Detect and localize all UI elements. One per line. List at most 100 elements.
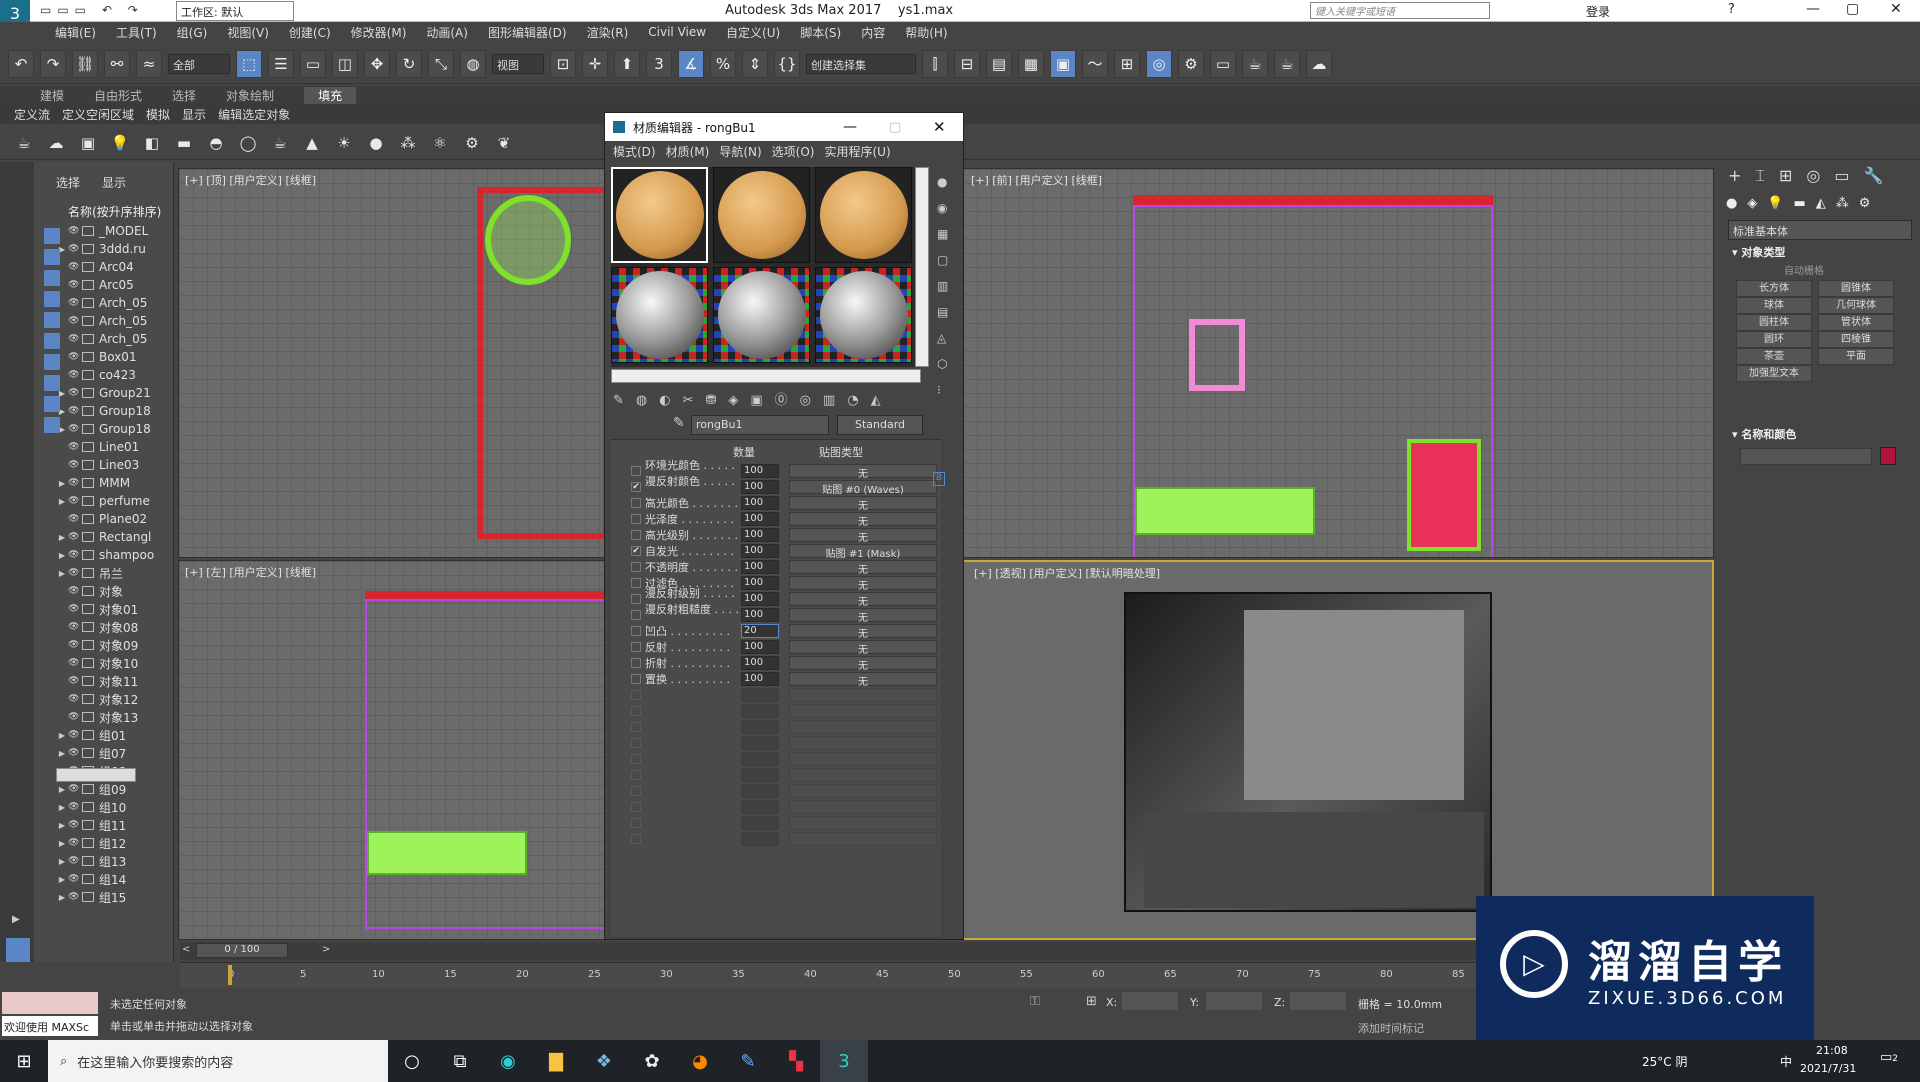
close-button[interactable]: ✕ (1890, 1, 1902, 17)
menu-help[interactable]: 帮助(H) (905, 24, 947, 41)
scene-list-item[interactable]: 👁 Plane02 (56, 510, 173, 528)
app-icon-3[interactable]: ✎ (724, 1040, 772, 1082)
visibility-icon[interactable]: 👁 (68, 712, 82, 722)
viewport-left[interactable]: [+] [左] [用户定义] [线框] (178, 560, 608, 940)
edit-named-sets-icon[interactable]: {} (774, 49, 800, 78)
map-slot-button[interactable]: 无 (789, 528, 937, 544)
spinner-snap-icon[interactable]: ⇕ (742, 49, 768, 78)
viewport-perspective-label[interactable]: [+] [透视] [用户定义] [默认明暗处理] (974, 565, 1160, 581)
windows-start-icon[interactable]: ⊞ (0, 1040, 48, 1082)
firefox-icon[interactable]: ◕ (676, 1040, 724, 1082)
scene-list-item[interactable]: ▶ 👁 组09 (56, 780, 173, 798)
visibility-icon[interactable]: 👁 (68, 496, 82, 506)
map-slot-button[interactable]: 无 (789, 496, 937, 512)
ribbon-define-flows[interactable]: 定义流 (14, 106, 50, 123)
visibility-icon[interactable]: 👁 (68, 748, 82, 758)
visibility-icon[interactable]: 👁 (68, 442, 82, 452)
time-slider-thumb[interactable]: 0 / 100 (196, 943, 288, 958)
visibility-icon[interactable]: 👁 (68, 856, 82, 866)
expand-arrow-icon[interactable]: ▶ (56, 803, 68, 812)
menu-customize[interactable]: 自定义(U) (726, 24, 780, 41)
unlink-icon[interactable]: ⚯ (104, 49, 130, 78)
object-name-field[interactable] (1740, 448, 1872, 465)
scene-list-item[interactable]: 👁 对象11 (56, 672, 173, 690)
ribbon-simulate[interactable]: 模拟 (146, 106, 170, 123)
undo-icon[interactable]: ↶ (8, 49, 34, 78)
maxscript-listener[interactable]: 欢迎使用 MAXSc (2, 1016, 98, 1036)
camera-icon[interactable]: ◧ (140, 131, 164, 155)
primitive-button[interactable]: 管状体 (1818, 314, 1894, 331)
map-enable-checkbox[interactable]: ✔ (631, 482, 641, 492)
scene-list-item[interactable]: 👁 Arch_05 (56, 312, 173, 330)
scene-list-item[interactable]: 👁 Arc04 (56, 258, 173, 276)
render-cloud-icon[interactable]: ☁ (1306, 49, 1332, 78)
map-enable-checkbox[interactable] (631, 562, 641, 572)
tab-selection[interactable]: 选择 (172, 87, 196, 104)
me-menu-material[interactable]: 材质(M) (666, 143, 710, 160)
rect-selection-icon[interactable]: ▭ (300, 49, 326, 78)
scene-list-item[interactable]: ▶ 👁 组14 (56, 870, 173, 888)
visibility-icon[interactable]: 👁 (68, 424, 82, 434)
sample-slot-1[interactable] (611, 167, 708, 263)
viewport-front[interactable]: [+] [前] [用户定义] [线框] (962, 168, 1714, 558)
scene-list-item[interactable]: 👁 _MODEL (56, 222, 173, 240)
scene-list-item[interactable]: ▶ 👁 吊兰 (56, 564, 173, 582)
scene-tab-select[interactable]: 选择 (56, 174, 80, 191)
menu-view[interactable]: 视图(V) (227, 24, 269, 41)
scene-list-item[interactable]: ▶ 👁 组10 (56, 798, 173, 816)
map-slot-button[interactable]: 无 (789, 464, 937, 480)
primitive-button[interactable]: 圆环 (1736, 331, 1812, 348)
primitive-button[interactable]: 平面 (1818, 348, 1894, 365)
tab-populate[interactable]: 填充 (304, 86, 357, 104)
sample-slot-scrollbar[interactable] (915, 167, 929, 367)
help-icon[interactable]: ? (1728, 2, 1735, 17)
filter-bones-icon[interactable] (44, 396, 60, 412)
primitive-button[interactable]: 球体 (1736, 297, 1812, 314)
scene-list-item[interactable]: ▶ 👁 组01 (56, 726, 173, 744)
lock-icon[interactable]: ⚿ (1030, 994, 1040, 1009)
expand-arrow-icon[interactable]: ▶ (56, 857, 68, 866)
angle-snap-icon[interactable]: ∡ (678, 49, 704, 78)
layer-explorer-icon[interactable]: ▤ (986, 49, 1012, 78)
plant-icon[interactable]: ❦ (492, 131, 516, 155)
percent-snap-icon[interactable]: % (710, 49, 736, 78)
filter-shapes-icon[interactable] (44, 249, 60, 265)
map-enable-checkbox[interactable] (631, 514, 641, 524)
menu-create[interactable]: 创建(C) (289, 24, 331, 41)
expand-arrow-icon[interactable]: ▶ (56, 479, 68, 488)
current-frame-marker[interactable] (228, 965, 232, 985)
visibility-icon[interactable]: 👁 (68, 874, 82, 884)
map-enable-checkbox[interactable] (631, 658, 641, 668)
menu-modifiers[interactable]: 修改器(M) (351, 24, 407, 41)
scene-list-item[interactable]: ▶ 👁 Rectangl (56, 528, 173, 546)
scene-list-item[interactable]: 👁 对象 (56, 582, 173, 600)
scene-list-item[interactable]: 👁 Arc05 (56, 276, 173, 294)
select-object-icon[interactable]: ⬚ (236, 49, 262, 78)
image-icon[interactable]: ▣ (76, 131, 100, 155)
map-enable-checkbox[interactable] (631, 610, 641, 620)
visibility-icon[interactable]: 👁 (68, 784, 82, 794)
filter-geometry-icon[interactable] (44, 228, 60, 244)
me-menu-navigation[interactable]: 导航(N) (719, 143, 761, 160)
sample-slot-5[interactable] (713, 267, 810, 363)
scene-list-item[interactable]: ▶ 👁 perfume (56, 492, 173, 510)
filter-helpers-icon[interactable] (44, 312, 60, 328)
primitive-button[interactable]: 圆柱体 (1736, 314, 1812, 331)
login-button[interactable]: 登录 (1586, 3, 1610, 20)
visibility-icon[interactable]: 👁 (68, 604, 82, 614)
me-menu-mode[interactable]: 模式(D) (613, 143, 656, 160)
scene-list-item[interactable]: 👁 对象09 (56, 636, 173, 654)
filter-cameras-icon[interactable] (44, 291, 60, 307)
material-editor-minimize[interactable]: — (843, 119, 857, 135)
autogrid-checkbox[interactable]: 自动栅格 (1784, 262, 1824, 277)
teapot-icon[interactable]: ☕ (12, 131, 36, 155)
scene-list-item[interactable]: ▶ 👁 shampoo (56, 546, 173, 564)
filter-containers-icon[interactable] (44, 417, 60, 433)
map-amount-spinner[interactable]: 100 (741, 544, 779, 558)
manipulate-icon[interactable]: ✛ (582, 49, 608, 78)
me-menu-utilities[interactable]: 实用程序(U) (824, 143, 890, 160)
visibility-icon[interactable]: 👁 (68, 316, 82, 326)
expand-arrow-icon[interactable]: ▶ (56, 785, 68, 794)
material-name-field[interactable]: rongBu1 (691, 415, 829, 435)
cloud-icon[interactable]: ☁ (44, 131, 68, 155)
